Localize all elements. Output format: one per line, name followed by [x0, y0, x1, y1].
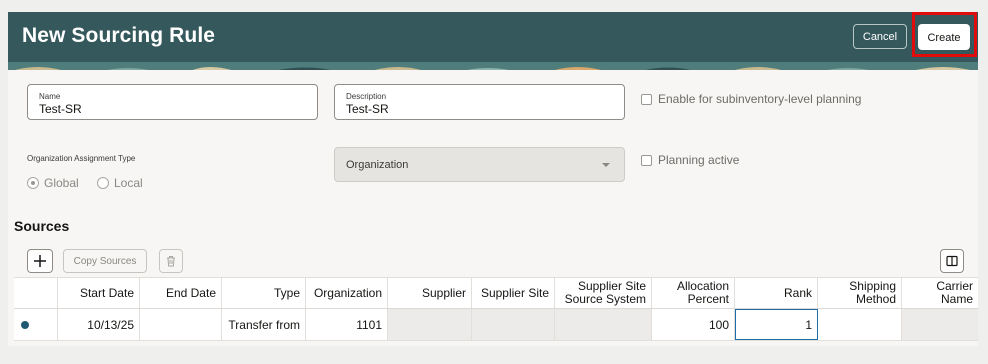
col-supplier-site-source-system[interactable]: Supplier Site Source System [555, 278, 652, 308]
row-indicator-dot [21, 320, 29, 329]
description-value: Test-SR [346, 102, 389, 116]
cell-start-date[interactable]: 10/13/25 [58, 309, 140, 340]
subinventory-checkbox-label: Enable for subinventory-level planning [658, 92, 862, 106]
col-supplier-site[interactable]: Supplier Site [472, 278, 555, 308]
columns-icon [946, 255, 958, 267]
radio-global-circle[interactable] [27, 177, 39, 189]
copy-sources-button[interactable]: Copy Sources [63, 249, 147, 273]
banner-pattern [8, 62, 978, 70]
delete-source-button[interactable] [159, 249, 183, 273]
planning-active-label: Planning active [658, 153, 740, 167]
table-header-row: Start Date End Date Type Organization Su… [14, 277, 978, 309]
cell-organization[interactable]: 1101 [306, 309, 388, 340]
col-shipping-method[interactable]: Shipping Method [818, 278, 902, 308]
organization-placeholder: Organization [346, 159, 409, 171]
description-field[interactable]: Description Test-SR [334, 84, 625, 120]
cell-type[interactable]: Transfer from [222, 309, 306, 340]
sources-title: Sources [14, 218, 70, 234]
col-allocation-percent[interactable]: Allocation Percent [652, 278, 735, 308]
radio-local-label: Local [114, 176, 143, 190]
org-assignment-label: Organization Assignment Type [27, 154, 136, 163]
columns-button[interactable] [940, 249, 964, 273]
col-type[interactable]: Type [222, 278, 306, 308]
name-field[interactable]: Name Test-SR [27, 84, 318, 120]
cell-supplier-site[interactable] [472, 309, 555, 340]
add-source-button[interactable] [27, 249, 53, 273]
cell-carrier-name[interactable] [902, 309, 978, 340]
radio-local[interactable]: Local [97, 176, 143, 190]
cell-shipping-method[interactable] [818, 309, 902, 340]
cell-rank-input[interactable]: 1 [735, 309, 818, 340]
checkbox-box[interactable] [641, 93, 652, 105]
radio-local-circle[interactable] [97, 177, 109, 189]
planning-active-checkbox[interactable]: Planning active [641, 153, 739, 167]
col-rank[interactable]: Rank [735, 278, 818, 308]
trash-icon [167, 256, 175, 267]
col-supplier[interactable]: Supplier [388, 278, 472, 308]
cell-supplier[interactable] [388, 309, 472, 340]
checkbox-box[interactable] [641, 154, 652, 166]
row-indicator [14, 309, 58, 340]
page-header: New Sourcing Rule Cancel Create [8, 12, 978, 70]
subinventory-checkbox[interactable]: Enable for subinventory-level planning [641, 92, 861, 106]
page-title: New Sourcing Rule [22, 24, 216, 47]
name-value: Test-SR [39, 102, 82, 116]
name-label: Name [39, 92, 61, 101]
radio-global-label: Global [44, 176, 79, 190]
sourcing-rule-dialog: New Sourcing Rule Cancel Create Name Tes… [8, 12, 978, 346]
col-end-date[interactable]: End Date [140, 278, 222, 308]
col-start-date[interactable]: Start Date [58, 278, 140, 308]
col-indicator [14, 278, 58, 308]
cell-end-date[interactable] [140, 309, 222, 340]
chevron-down-icon [602, 163, 610, 167]
cell-allocation-percent[interactable]: 100 [652, 309, 735, 340]
table-row[interactable]: 10/13/25 Transfer from 1101 100 1 [14, 309, 978, 341]
sources-table: Start Date End Date Type Organization Su… [14, 277, 978, 341]
description-label: Description [346, 92, 387, 101]
create-button[interactable]: Create [918, 24, 970, 50]
cell-supplier-site-source-system[interactable] [555, 309, 652, 340]
organization-select[interactable]: Organization [334, 147, 625, 182]
plus-icon [34, 255, 46, 267]
col-organization[interactable]: Organization [306, 278, 388, 308]
cancel-button[interactable]: Cancel [853, 24, 907, 49]
radio-global[interactable]: Global [27, 176, 79, 190]
col-carrier-name[interactable]: Carrier Name [902, 278, 978, 308]
